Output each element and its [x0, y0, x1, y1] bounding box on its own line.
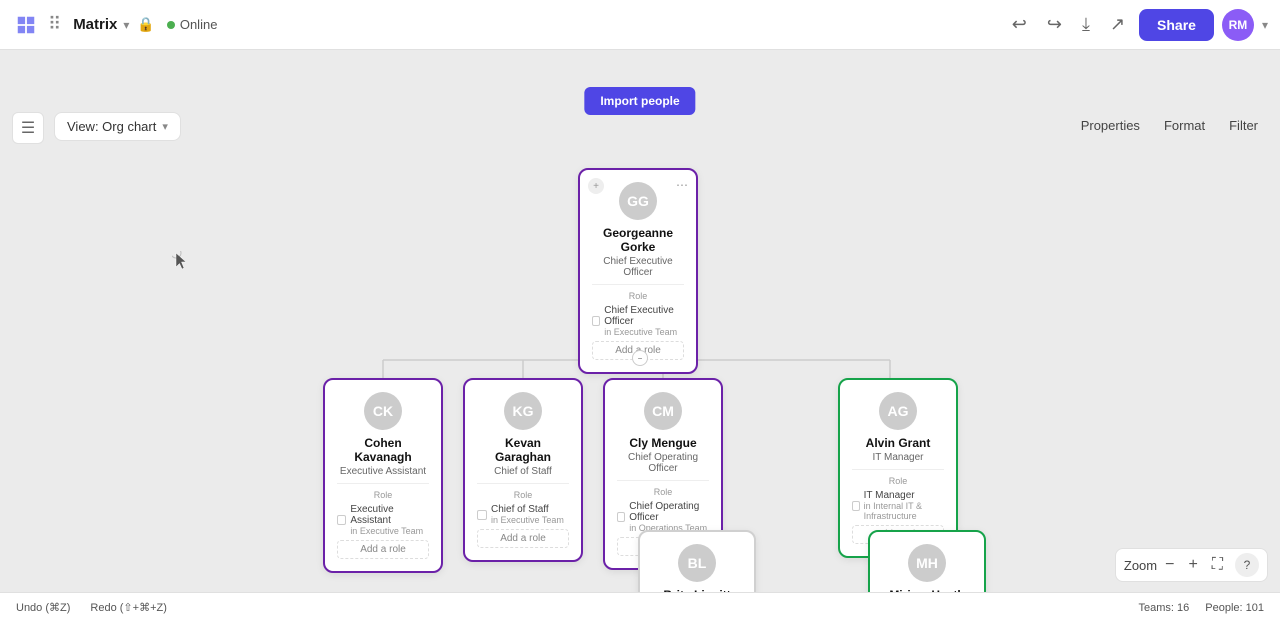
zoom-label: Zoom [1124, 558, 1157, 573]
status-right: Teams: 16 People: 101 [1139, 602, 1264, 614]
lock-icon[interactable]: 🔒 [137, 16, 154, 33]
cly-title: Chief Operating Officer [617, 452, 709, 474]
ceo-role-detail: Chief Executive Officer in Executive Tea… [592, 305, 684, 337]
online-dot [167, 21, 175, 29]
kevan-add-role-button[interactable]: Add a role [477, 529, 569, 548]
properties-button[interactable]: Properties [1071, 112, 1150, 139]
avatar-chevron-icon[interactable]: ▾ [1262, 18, 1268, 32]
zoom-controls: Zoom − + ⛶ ? [1115, 548, 1268, 582]
node-more-icon[interactable]: ⋯ [676, 178, 688, 192]
help-button[interactable]: ? [1235, 553, 1259, 577]
apps-icon[interactable]: ⠿ [48, 14, 61, 35]
alvin-role-label: Role [852, 476, 944, 486]
project-title: Matrix [73, 16, 117, 33]
avatar[interactable]: RM [1222, 9, 1254, 41]
sidebar-toggle-button[interactable]: ☰ [12, 112, 44, 144]
ceo-title: Chief Executive Officer [592, 256, 684, 278]
cohen-name: Cohen Kavanagh [337, 436, 429, 464]
cohen-role-detail: Executive Assistant in Executive Team [337, 504, 429, 536]
cohen-add-role-button[interactable]: Add a role [337, 540, 429, 559]
undo-button[interactable]: ↩ [1006, 8, 1033, 41]
kevan-role-label: Role [477, 490, 569, 500]
cohen-avatar: CK [364, 392, 402, 430]
topbar: ⠿ Matrix ▾ 🔒 Online ↩ ↪ ⤓ ↗ Share RM ▾ [0, 0, 1280, 50]
people-count: People: 101 [1205, 602, 1264, 614]
zoom-out-button[interactable]: − [1159, 554, 1180, 576]
cly-avatar: CM [644, 392, 682, 430]
zoom-in-button[interactable]: + [1182, 554, 1203, 576]
ceo-role-label: Role [592, 291, 684, 301]
sidebar-icon: ☰ [21, 118, 35, 138]
collapse-button-ceo[interactable]: − [632, 350, 648, 366]
fullscreen-button[interactable]: ⛶ [1206, 554, 1229, 576]
statusbar: Undo (⌘Z) Redo (⇧+⌘+Z) Teams: 16 People:… [0, 592, 1280, 622]
ceo-avatar: GG [619, 182, 657, 220]
role-checkbox[interactable] [852, 501, 860, 511]
ceo-name: Georgeanne Gorke [592, 226, 684, 254]
title-group: Matrix ▾ [73, 16, 129, 33]
analytics-button[interactable]: ↗ [1104, 8, 1131, 41]
view-label: View: Org chart [67, 119, 156, 134]
role-checkbox[interactable] [592, 316, 600, 326]
kevan-avatar: KG [504, 392, 542, 430]
kevan-role-detail: Chief of Staff in Executive Team [477, 504, 569, 525]
cly-name: Cly Mengue [617, 436, 709, 450]
title-chevron-icon[interactable]: ▾ [123, 18, 129, 32]
cohen-role-label: Role [337, 490, 429, 500]
alvin-role-detail: IT Manager in Internal IT & Infrastructu… [852, 490, 944, 521]
import-people-button[interactable]: Import people [584, 87, 695, 115]
role-checkbox[interactable] [337, 515, 346, 525]
app-logo [12, 11, 40, 39]
cly-role-detail: Chief Operating Officer in Operations Te… [617, 501, 709, 533]
filter-button[interactable]: Filter [1219, 112, 1268, 139]
download-button[interactable]: ⤓ [1076, 8, 1096, 41]
view-selector[interactable]: View: Org chart ▾ [54, 112, 181, 141]
status-left: Undo (⌘Z) Redo (⇧+⌘+Z) [16, 601, 167, 614]
brita-avatar: BL [678, 544, 716, 582]
undo-label[interactable]: Undo (⌘Z) [16, 601, 70, 614]
redo-label[interactable]: Redo (⇧+⌘+Z) [90, 601, 166, 614]
format-button[interactable]: Format [1154, 112, 1215, 139]
cursor [172, 251, 192, 271]
role-text: Chief Executive Officer in Executive Tea… [604, 305, 684, 337]
cohen-node[interactable]: CK Cohen Kavanagh Executive Assistant Ro… [323, 378, 443, 573]
miriam-avatar: MH [908, 544, 946, 582]
kevan-title: Chief of Staff [477, 466, 569, 477]
node-expand-icon[interactable]: + [588, 178, 604, 194]
alvin-name: Alvin Grant [852, 436, 944, 450]
kevan-node[interactable]: KG Kevan Garaghan Chief of Staff Role Ch… [463, 378, 583, 562]
redo-button[interactable]: ↪ [1041, 8, 1068, 41]
cohen-title: Executive Assistant [337, 466, 429, 477]
online-status: Online [167, 17, 218, 32]
ceo-node[interactable]: + ⋯ GG Georgeanne Gorke Chief Executive … [578, 168, 698, 374]
canvas: Import people ☰ View: Org chart ▾ Proper… [0, 50, 1280, 622]
kevan-name: Kevan Garaghan [477, 436, 569, 464]
online-label: Online [180, 17, 218, 32]
teams-count: Teams: 16 [1139, 602, 1190, 614]
role-checkbox[interactable] [617, 512, 625, 522]
view-chevron-icon: ▾ [162, 120, 168, 133]
role-checkbox[interactable] [477, 510, 487, 520]
share-button[interactable]: Share [1139, 9, 1214, 41]
right-toolbar: Properties Format Filter [1071, 112, 1268, 139]
cly-role-label: Role [617, 487, 709, 497]
alvin-title: IT Manager [852, 452, 944, 463]
alvin-avatar: AG [879, 392, 917, 430]
